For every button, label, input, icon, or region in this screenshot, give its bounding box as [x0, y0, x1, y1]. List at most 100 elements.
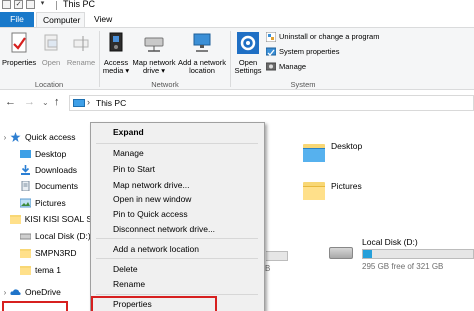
- address-bar-row: ← → ⌄ ↑ › This PC: [0, 91, 474, 115]
- pictures-folder-icon: [20, 198, 31, 208]
- downloads-folder-icon: [21, 165, 30, 175]
- menu-item-manage[interactable]: Manage: [113, 148, 144, 158]
- menu-item-expand[interactable]: Expand: [113, 127, 144, 137]
- nav-label: Documents: [35, 181, 78, 191]
- network-drive-icon: [144, 37, 164, 52]
- drive-icon: [329, 247, 353, 259]
- title-separator: [56, 1, 57, 10]
- tab-computer[interactable]: Computer: [36, 12, 85, 27]
- menu-item-disconnect-network-drive[interactable]: Disconnect network drive...: [113, 224, 215, 234]
- open-icon: [44, 34, 58, 51]
- nav-item-kisi-kisi[interactable]: KISI KISI SOAL S: [0, 211, 92, 227]
- network-group-label: Network: [151, 80, 179, 89]
- recent-locations-chevron-icon[interactable]: ⌄: [42, 98, 49, 107]
- back-arrow-icon[interactable]: ←: [5, 96, 16, 108]
- folder-icon: [20, 249, 31, 258]
- nav-label: tema 1: [35, 265, 61, 275]
- menu-item-pin-to-start[interactable]: Pin to Start: [113, 164, 155, 174]
- nav-label: KISI KISI SOAL S: [24, 214, 92, 224]
- this-pc-icon: [73, 99, 85, 107]
- menu-item-map-network-drive[interactable]: Map network drive...: [113, 180, 190, 190]
- tab-view[interactable]: View: [88, 12, 118, 27]
- cloud-icon: [10, 289, 21, 295]
- highlight-box-properties: [91, 296, 217, 311]
- ribbon-tabs: File Computer View: [0, 12, 474, 27]
- star-icon: [10, 132, 21, 142]
- manage-label: Manage: [279, 62, 307, 71]
- highlight-box-this-pc: [2, 301, 68, 311]
- expand-chevron-icon[interactable]: ›: [0, 133, 10, 142]
- nav-label: Local Disk (D:): [35, 231, 91, 241]
- navigation-pane: › Quick access Desktop Downloads Documen…: [0, 120, 92, 311]
- quick-access-toolbar: ✓ ▾: [2, 0, 47, 11]
- nav-item-pictures[interactable]: Pictures: [0, 195, 92, 211]
- manage-button[interactable]: Manage: [266, 62, 306, 72]
- settings-gear-icon: [237, 32, 259, 54]
- manage-icon: [266, 62, 276, 71]
- uninstall-program-button[interactable]: Uninstall or change a program: [266, 32, 379, 42]
- menu-item-rename[interactable]: Rename: [113, 279, 145, 289]
- menu-item-add-network-location[interactable]: Add a network location: [113, 244, 199, 254]
- add-network-location-button[interactable]: Add a network location: [177, 32, 227, 76]
- desktop-folder-icon: [20, 150, 31, 158]
- folder-tile-desktop[interactable]: Desktop: [303, 141, 363, 162]
- tab-file[interactable]: File: [0, 12, 34, 27]
- forward-arrow-icon[interactable]: →: [24, 96, 35, 108]
- nav-item-quick-access[interactable]: › Quick access: [0, 129, 92, 145]
- window-title: This PC: [63, 0, 96, 9]
- open-settings-button[interactable]: Open Settings: [233, 32, 263, 76]
- folder-label: Pictures: [331, 181, 362, 191]
- drive-tile-local-disk-d[interactable]: Local Disk (D:) 295 GB free of 321 GB: [329, 237, 474, 277]
- folder-icon[interactable]: [2, 0, 11, 9]
- add-network-location-label-2: location: [189, 66, 215, 75]
- ribbon: Properties Open Rename Location Access m…: [0, 27, 474, 90]
- nav-label: Desktop: [35, 149, 67, 159]
- drive-usage-bar-partial: [266, 251, 288, 261]
- drive-icon: [20, 233, 31, 240]
- address-box[interactable]: › This PC: [69, 95, 474, 111]
- nav-item-tema-1[interactable]: tema 1: [0, 262, 92, 278]
- folder-icon: [9, 215, 21, 224]
- system-properties-button[interactable]: System properties: [266, 47, 339, 57]
- network-location-icon: [193, 33, 211, 52]
- folder-label: Desktop: [331, 141, 363, 151]
- menu-item-open-new-window[interactable]: Open in new window: [113, 194, 191, 204]
- documents-folder-icon: [21, 181, 30, 191]
- nav-label: SMPN3RD: [35, 248, 77, 258]
- location-group-label: Location: [34, 80, 64, 89]
- context-menu: Expand Manage Pin to Start Map network d…: [90, 122, 265, 311]
- system-properties-label: System properties: [279, 47, 340, 56]
- nav-label: OneDrive: [25, 287, 61, 297]
- access-media-button[interactable]: Access media ▾: [101, 32, 131, 76]
- nav-item-local-disk-d[interactable]: Local Disk (D:): [0, 228, 92, 244]
- nav-item-downloads[interactable]: Downloads: [0, 162, 92, 178]
- map-network-drive-button[interactable]: Map network drive ▾: [132, 32, 176, 76]
- uninstall-program-label: Uninstall or change a program: [279, 32, 380, 41]
- drive-name: Local Disk (D:): [362, 237, 418, 247]
- new-folder-icon[interactable]: [26, 0, 35, 9]
- properties-button[interactable]: Properties: [2, 32, 36, 67]
- nav-item-desktop[interactable]: Desktop: [0, 146, 92, 162]
- menu-item-delete[interactable]: Delete: [113, 264, 138, 274]
- folder-tile-pictures[interactable]: Pictures: [303, 180, 362, 200]
- menu-separator: [96, 258, 258, 259]
- expand-chevron-icon[interactable]: ›: [0, 288, 10, 297]
- menu-separator: [96, 294, 258, 295]
- menu-item-pin-to-quick-access[interactable]: Pin to Quick access: [113, 209, 188, 219]
- menu-separator: [96, 143, 258, 144]
- nav-item-smpn3rd[interactable]: SMPN3RD: [0, 245, 92, 261]
- checkmark-icon[interactable]: ✓: [14, 0, 23, 9]
- properties-icon: [11, 32, 27, 53]
- nav-item-onedrive[interactable]: › OneDrive: [0, 284, 92, 300]
- rename-label: Rename: [66, 57, 96, 67]
- open-button[interactable]: Open: [38, 32, 64, 67]
- address-path: This PC: [96, 98, 127, 108]
- rename-button[interactable]: Rename: [66, 32, 96, 67]
- nav-item-documents[interactable]: Documents: [0, 178, 92, 194]
- group-separator: [230, 31, 231, 87]
- up-arrow-icon[interactable]: ↑: [54, 96, 60, 108]
- customize-toolbar-icon[interactable]: ▾: [38, 0, 47, 9]
- breadcrumb-chevron-icon[interactable]: ›: [87, 97, 90, 107]
- group-separator: [99, 31, 100, 87]
- open-settings-label-2: Settings: [234, 66, 262, 75]
